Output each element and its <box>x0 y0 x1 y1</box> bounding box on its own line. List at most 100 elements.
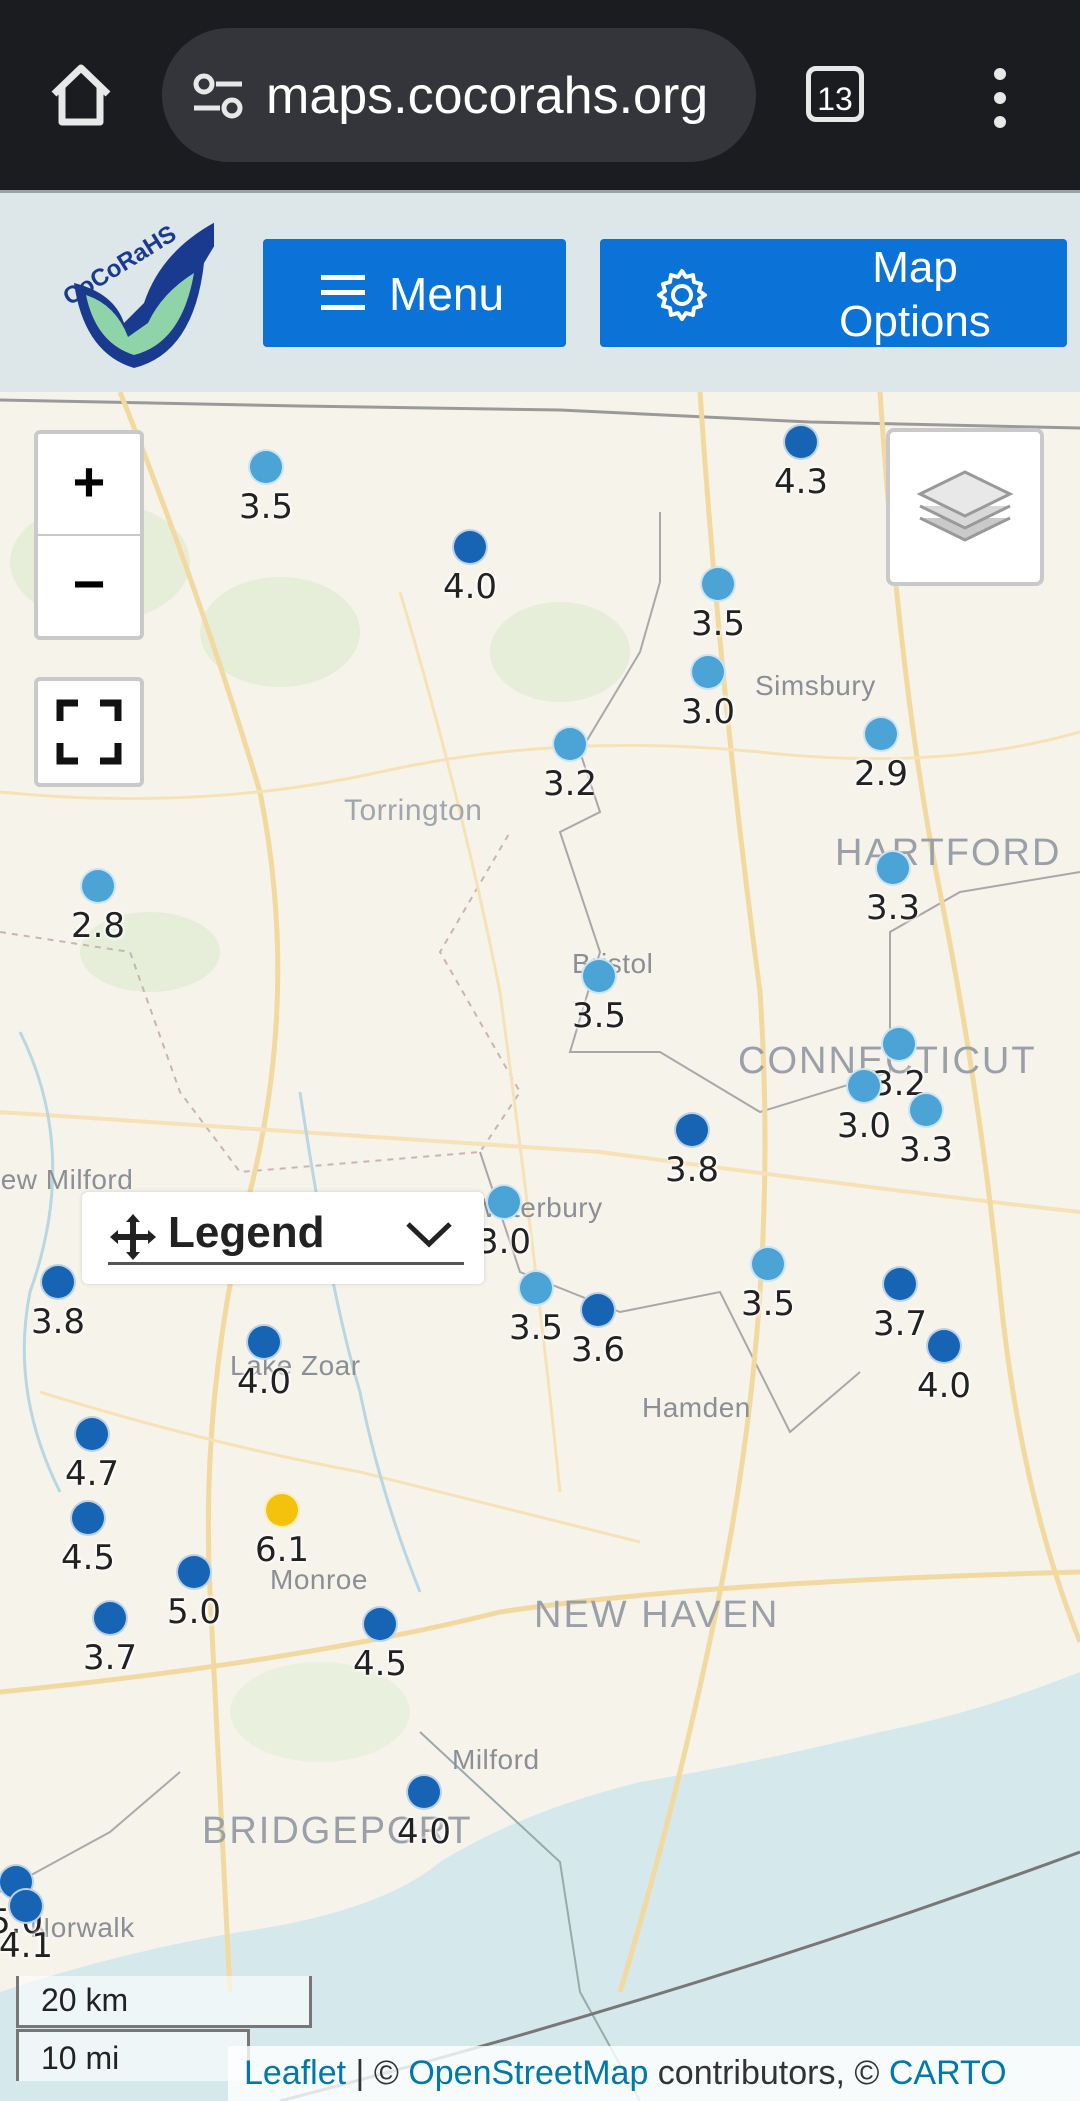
legend-label: Legend <box>168 1208 325 1257</box>
place-label: Simsbury <box>755 670 876 701</box>
station-marker[interactable] <box>92 1600 128 1636</box>
more-options-icon[interactable] <box>980 66 1020 130</box>
station-marker[interactable] <box>452 529 488 565</box>
zoom-in-button[interactable]: + <box>38 434 140 534</box>
station-marker[interactable] <box>406 1774 442 1810</box>
station-value: 3.3 <box>898 1130 954 1170</box>
station-value: 4.3 <box>773 462 829 502</box>
station-value: 3.5 <box>740 1284 796 1324</box>
tab-switcher-button[interactable]: 13 <box>806 66 864 122</box>
place-label: HARTFORD <box>835 832 1062 874</box>
station-value: 3.8 <box>664 1150 720 1190</box>
map-canvas[interactable]: Simsbury Torrington HARTFORD Bristol CON… <box>0 392 1080 2101</box>
home-icon[interactable] <box>46 60 116 130</box>
scale-bar-km: 20 km <box>16 1976 312 2028</box>
layers-icon <box>916 470 1014 542</box>
move-icon[interactable] <box>108 1212 158 1262</box>
station-marker[interactable] <box>362 1606 398 1642</box>
zoom-control: + − <box>34 430 144 640</box>
legend-underline <box>108 1262 464 1265</box>
station-marker[interactable] <box>518 1270 554 1306</box>
station-value: 6.1 <box>254 1530 310 1570</box>
station-marker[interactable] <box>176 1554 212 1590</box>
station-marker[interactable] <box>690 654 726 690</box>
menu-button-label: Menu <box>389 268 505 320</box>
station-value: 3.5 <box>238 487 294 527</box>
gear-icon <box>657 269 707 321</box>
station-marker[interactable] <box>783 424 819 460</box>
fullscreen-button[interactable] <box>34 677 144 787</box>
station-value: 3.8 <box>30 1302 86 1342</box>
station-marker[interactable] <box>74 1416 110 1452</box>
station-value: 4.1 <box>0 1926 54 1966</box>
station-marker[interactable] <box>580 1292 616 1328</box>
station-marker[interactable] <box>70 1500 106 1536</box>
url-text[interactable]: maps.cocorahs.org <box>266 66 736 126</box>
station-value: 2.9 <box>853 754 909 794</box>
station-value: 5.0 <box>166 1592 222 1632</box>
station-marker[interactable] <box>486 1184 522 1220</box>
station-value: 3.5 <box>690 604 746 644</box>
station-value: 4.0 <box>396 1812 452 1852</box>
station-marker[interactable] <box>552 726 588 762</box>
address-bar[interactable]: maps.cocorahs.org <box>162 28 756 162</box>
station-marker[interactable] <box>926 1328 962 1364</box>
station-value: 4.7 <box>64 1454 120 1494</box>
station-value: 3.0 <box>836 1106 892 1146</box>
station-marker[interactable] <box>248 449 284 485</box>
station-marker[interactable] <box>246 1324 282 1360</box>
browser-toolbar: maps.cocorahs.org 13 <box>0 0 1080 190</box>
site-settings-icon[interactable] <box>190 68 246 124</box>
station-value: 3.6 <box>570 1330 626 1370</box>
station-value: 3.3 <box>865 888 921 928</box>
station-value: 4.0 <box>916 1366 972 1406</box>
station-marker[interactable] <box>908 1092 944 1128</box>
attribution-mid: contributors, © <box>648 2054 889 2092</box>
station-marker[interactable] <box>881 1026 917 1062</box>
station-marker[interactable] <box>80 868 116 904</box>
place-label: Milford <box>452 1744 540 1775</box>
station-value: 4.5 <box>60 1538 116 1578</box>
station-value: 3.7 <box>82 1638 138 1678</box>
zoom-out-button[interactable]: − <box>38 536 140 636</box>
layers-button[interactable] <box>886 428 1044 586</box>
station-marker[interactable] <box>8 1888 44 1924</box>
station-value: 3.5 <box>571 996 627 1036</box>
osm-link[interactable]: OpenStreetMap <box>408 2054 648 2092</box>
map-options-label: Map Options <box>839 243 991 346</box>
legend-toggle[interactable]: Legend <box>82 1192 484 1284</box>
site-header: CoCoRaHS Menu Map Options <box>0 190 1080 392</box>
attribution-sep: | © <box>346 2054 409 2092</box>
hamburger-icon <box>321 275 365 310</box>
fullscreen-icon <box>56 699 122 765</box>
scale-bar-mi: 10 mi <box>16 2029 250 2081</box>
station-marker[interactable] <box>875 850 911 886</box>
station-marker[interactable] <box>674 1112 710 1148</box>
station-marker[interactable] <box>40 1264 76 1300</box>
station-marker[interactable] <box>700 566 736 602</box>
station-value: 4.0 <box>236 1362 292 1402</box>
station-value: 3.2 <box>542 764 598 804</box>
place-label: Hamden <box>642 1392 751 1423</box>
station-value: 4.5 <box>352 1644 408 1684</box>
leaflet-link[interactable]: Leaflet <box>244 2054 346 2092</box>
station-marker[interactable] <box>581 958 617 994</box>
station-marker[interactable] <box>846 1068 882 1104</box>
cocorahs-logo[interactable]: CoCoRaHS <box>44 203 214 373</box>
station-value: 3.0 <box>680 692 736 732</box>
attribution: Leaflet | © OpenStreetMap contributors, … <box>228 2046 1080 2101</box>
chevron-down-icon <box>406 1222 452 1248</box>
station-value: 3.5 <box>508 1308 564 1348</box>
station-marker[interactable] <box>882 1266 918 1302</box>
place-label: NEW HAVEN <box>534 1594 780 1636</box>
station-marker[interactable] <box>863 716 899 752</box>
place-label: Torrington <box>344 794 483 827</box>
station-value: 3.0 <box>476 1222 532 1262</box>
menu-button[interactable]: Menu <box>263 239 566 347</box>
carto-link[interactable]: CARTO <box>889 2054 1007 2092</box>
map-options-button[interactable]: Map Options <box>600 239 1067 347</box>
station-marker[interactable] <box>750 1246 786 1282</box>
station-value: 2.8 <box>70 906 126 946</box>
station-marker[interactable] <box>264 1492 300 1528</box>
station-value: 3.7 <box>872 1304 928 1344</box>
